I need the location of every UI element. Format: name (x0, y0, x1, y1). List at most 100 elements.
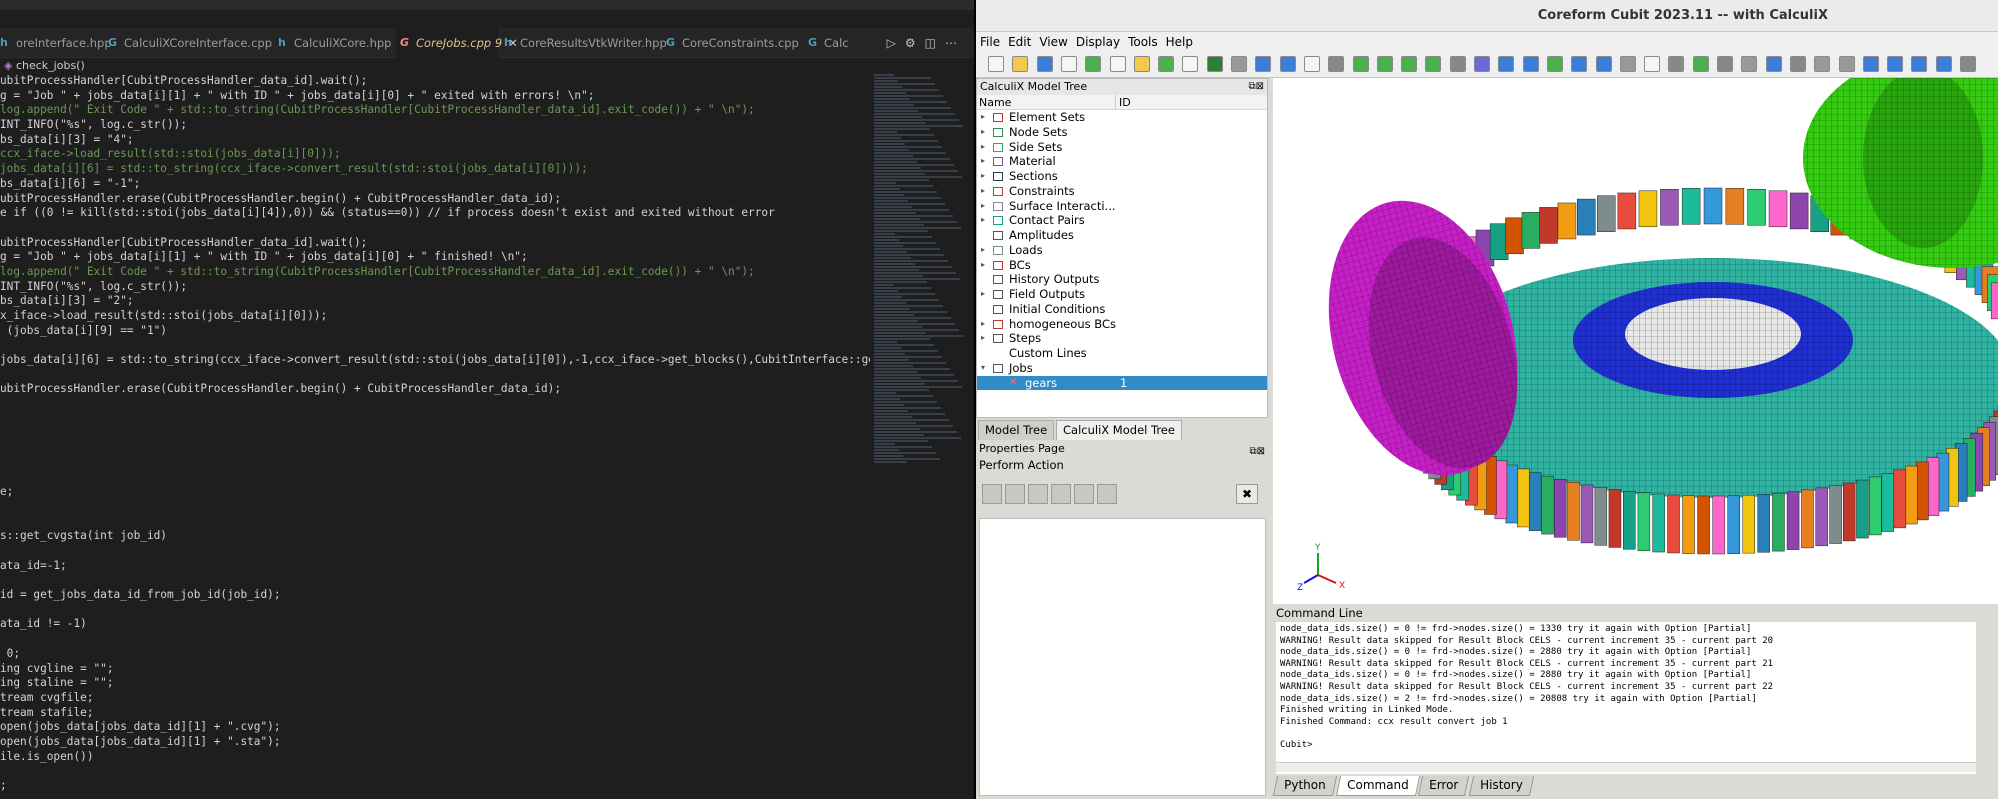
tree-item[interactable]: ▸ Material (977, 154, 1267, 169)
toolbar-icon[interactable] (1644, 56, 1661, 72)
action-icon[interactable] (1051, 484, 1071, 504)
chevron-right-icon[interactable]: ▸ (981, 125, 985, 140)
menu-display[interactable]: Display (1072, 32, 1124, 52)
tab-oreinterface[interactable]: h oreInterface.hpp (0, 28, 112, 58)
tab-history[interactable]: History (1468, 776, 1534, 796)
toolbar-icon[interactable] (1425, 56, 1442, 72)
split-icon[interactable]: ◫ (925, 36, 945, 50)
toolbar-icon[interactable] (1789, 56, 1806, 72)
toolbar-icon[interactable] (1960, 56, 1976, 72)
toolbar-icon[interactable] (1401, 56, 1418, 72)
menu-file[interactable]: File (976, 32, 1004, 52)
action-icon[interactable] (1074, 484, 1094, 504)
chevron-right-icon[interactable]: ▸ (981, 317, 985, 332)
chevron-right-icon[interactable]: ▸ (981, 258, 985, 273)
chevron-right-icon[interactable]: ▸ (981, 184, 985, 199)
minimap[interactable] (874, 74, 970, 494)
toolbar-icon[interactable] (1741, 56, 1758, 72)
toolbar-icon[interactable] (1109, 56, 1126, 72)
panel-float-close-icons[interactable]: ⧉⊠ (1249, 443, 1265, 460)
tree-item[interactable]: Initial Conditions (977, 302, 1267, 317)
chevron-right-icon[interactable]: ▸ (981, 110, 985, 125)
tree-item[interactable]: ▸ Element Sets (977, 110, 1267, 125)
tree-item[interactable]: ▸ Contact Pairs (977, 213, 1267, 228)
toolbar-icon[interactable] (1595, 56, 1612, 72)
panel-float-close-icons[interactable]: ⧉⊠ (1248, 79, 1264, 95)
tree-item[interactable]: ▸ Field Outputs (977, 287, 1267, 302)
tab-python[interactable]: Python (1272, 776, 1337, 796)
tree-item[interactable]: ▸ Side Sets (977, 140, 1267, 155)
toolbar-icon[interactable] (1619, 56, 1636, 72)
chevron-right-icon[interactable]: ▸ (981, 213, 985, 228)
horizontal-scrollbar[interactable] (1276, 762, 1976, 772)
tab-error[interactable]: Error (1418, 776, 1470, 796)
toolbar-icon[interactable] (988, 56, 1004, 72)
tab-calculix-model-tree[interactable]: CalculiX Model Tree (1056, 420, 1182, 440)
menu-tools[interactable]: Tools (1124, 32, 1162, 52)
tab-calculixcoreinterface[interactable]: G CalculiXCoreInterface.cpp (104, 28, 272, 58)
toolbar-icon[interactable] (1474, 56, 1490, 72)
tab-coreconstraints[interactable]: G CoreConstraints.cpp (662, 28, 802, 58)
tab-command[interactable]: Command (1335, 776, 1420, 796)
toolbar-icon[interactable] (1935, 56, 1952, 72)
toolbar-icon[interactable] (1182, 56, 1199, 72)
toolbar-icon[interactable] (1668, 56, 1685, 72)
tab-model-tree[interactable]: Model Tree (978, 420, 1055, 440)
tab-calculixcore[interactable]: h CalculiXCore.hpp (274, 28, 394, 58)
chevron-right-icon[interactable]: ▸ (981, 243, 985, 258)
chevron-right-icon[interactable]: ▸ (981, 199, 985, 214)
toolbar-icon[interactable] (1571, 56, 1588, 72)
gear-icon[interactable]: ⚙ (905, 36, 925, 50)
tree-item[interactable]: Custom Lines (977, 346, 1267, 361)
menu-edit[interactable]: Edit (1004, 32, 1035, 52)
tree-item[interactable]: ▸ Steps (977, 331, 1267, 346)
run-icon[interactable]: ▷ (887, 36, 905, 50)
toolbar-icon[interactable] (1279, 56, 1296, 72)
toolbar-icon[interactable] (1303, 56, 1320, 72)
tree-item[interactable]: ▾ Jobs (977, 361, 1267, 376)
toolbar-icon[interactable] (1862, 56, 1879, 72)
tab-calc[interactable]: G Calc (804, 28, 858, 58)
toolbar-icon[interactable] (1838, 56, 1855, 72)
tree-item[interactable]: History Outputs (977, 272, 1267, 287)
more-icon[interactable]: ⋯ (945, 36, 966, 50)
toolbar-icon[interactable] (1911, 56, 1928, 72)
command-output[interactable]: node_data_ids.size() = 0 != frd->nodes.s… (1276, 622, 1976, 774)
toolbar-icon[interactable] (1376, 56, 1393, 72)
toolbar-icon[interactable] (1765, 56, 1782, 72)
tree-item[interactable]: ▸ Sections (977, 169, 1267, 184)
action-icon[interactable] (1028, 484, 1048, 504)
toolbar-icon[interactable] (1085, 56, 1102, 72)
toolbar-icon[interactable] (1814, 56, 1831, 72)
tree-item[interactable]: ▸ Node Sets (977, 125, 1267, 140)
tree-item[interactable]: ▸ Surface Interacti... (977, 199, 1267, 214)
toolbar-icon[interactable] (1328, 56, 1345, 72)
toolbar-icon[interactable] (1692, 56, 1709, 72)
code-area[interactable]: ubitProcessHandler[CubitProcessHandler_d… (0, 74, 870, 794)
menu-view[interactable]: View (1035, 32, 1071, 52)
tree-item[interactable]: ▸ BCs (977, 258, 1267, 273)
toolbar-icon[interactable] (1206, 56, 1223, 72)
toolbar-icon[interactable] (1158, 56, 1175, 72)
tree-item[interactable]: ▸ Constraints (977, 184, 1267, 199)
chevron-right-icon[interactable]: ▸ (981, 154, 985, 169)
chevron-right-icon[interactable]: ▸ (981, 287, 985, 302)
toolbar-icon[interactable] (1717, 56, 1733, 72)
tree-item[interactable]: ▸ Loads (977, 243, 1267, 258)
clear-action-button[interactable]: ✖ (1236, 484, 1258, 504)
tab-coreresultsvtkwriter[interactable]: h CoreResultsVtkWriter.hpp (500, 28, 667, 58)
toolbar-icon[interactable] (1887, 56, 1904, 72)
chevron-right-icon[interactable]: ▸ (981, 140, 985, 155)
toolbar-icon[interactable] (1352, 56, 1369, 72)
toolbar-icon[interactable] (1522, 56, 1539, 72)
toolbar-icon[interactable] (1133, 56, 1150, 72)
menu-help[interactable]: Help (1162, 32, 1197, 52)
toolbar-icon[interactable] (1546, 56, 1563, 72)
3d-viewport[interactable]: Y X Z (1273, 78, 1998, 610)
toolbar-icon[interactable] (1036, 56, 1053, 72)
action-icon[interactable] (1005, 484, 1025, 504)
tree-item[interactable]: Amplitudes (977, 228, 1267, 243)
toolbar-icon[interactable] (1231, 56, 1247, 72)
action-icon[interactable] (982, 484, 1002, 504)
toolbar-icon[interactable] (1449, 56, 1466, 72)
